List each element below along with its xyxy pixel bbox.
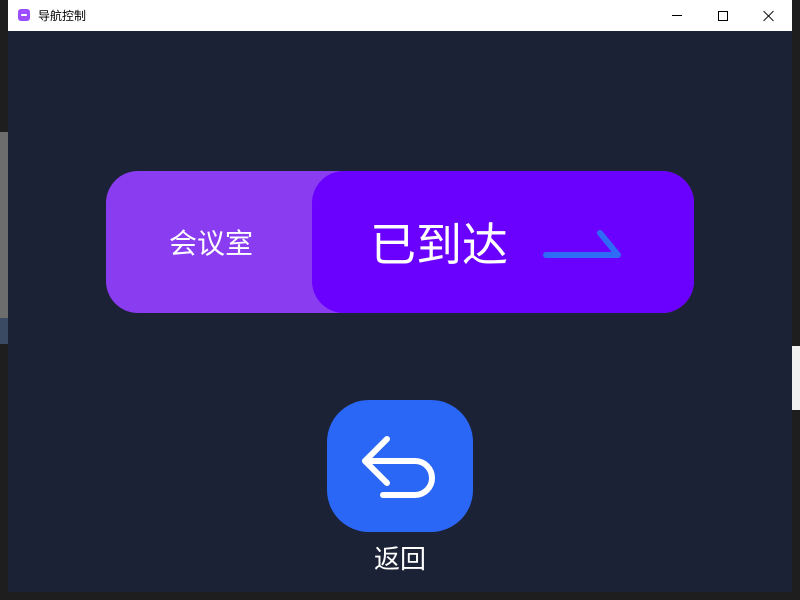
arrow-right-icon [543,230,621,258]
background-window-strip [0,318,8,344]
back-button[interactable] [327,400,473,532]
desktop-background-right [792,0,800,600]
back-label: 返回 [373,545,426,575]
background-window-panel-right [792,346,800,410]
minimize-button[interactable] [654,0,700,31]
app-icon [18,9,30,21]
background-window-panel [0,132,8,318]
destination-label: 会议室 [168,227,253,260]
maximize-button[interactable] [700,0,746,31]
maximize-icon [718,10,728,21]
app-window: 导航控制 会议室 已到达 返回 [8,0,792,592]
window-title: 导航控制 [38,9,87,23]
arrival-slider[interactable]: 会议室 已到达 [106,171,694,313]
close-icon [763,10,775,22]
minimize-icon [672,15,682,16]
title-bar[interactable]: 导航控制 [8,0,792,32]
desktop-background-left [0,0,8,600]
arrived-slider-thumb[interactable]: 已到达 [312,171,694,313]
arrived-label: 已到达 [370,218,508,272]
return-arrow-icon [362,436,435,498]
main-content: 会议室 已到达 返回 [8,31,792,592]
close-button[interactable] [746,0,792,31]
